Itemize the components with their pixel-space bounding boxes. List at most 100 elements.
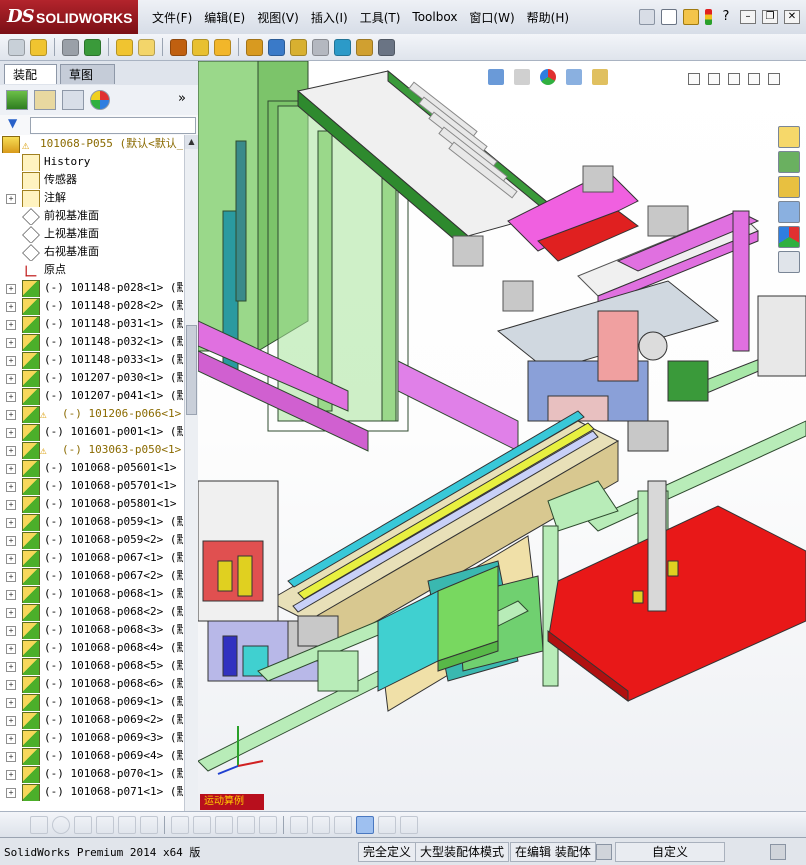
viewport-minimize-button[interactable]	[728, 73, 740, 85]
fillet-icon[interactable]	[193, 815, 211, 834]
expand-icon[interactable]: +	[6, 410, 16, 420]
tree-component-item[interactable]: + (-) 101068-p05601<1> (	[0, 459, 183, 477]
tab-sketch[interactable]: 草图	[60, 64, 115, 84]
scroll-up-arrow-icon[interactable]: ▲	[185, 135, 198, 149]
tree-component-item[interactable]: + (-) 101068-p071<1> (默认	[0, 783, 183, 801]
expand-icon[interactable]: +	[6, 428, 16, 438]
open-folder-icon[interactable]	[683, 9, 699, 25]
expand-icon[interactable]: +	[6, 482, 16, 492]
tree-component-item[interactable]: + (-) 101148-p032<1> (默认	[0, 333, 183, 351]
menu-item[interactable]: 窗口(W)	[463, 9, 520, 26]
tree-component-item[interactable]: + (-) 101068-p059<2> (默认	[0, 531, 183, 549]
restore-button[interactable]: ❐	[762, 10, 778, 24]
expand-icon[interactable]: +	[6, 572, 16, 582]
offset-icon[interactable]	[171, 815, 189, 834]
tree-scrollbar[interactable]: ▲ ▼	[184, 135, 198, 857]
pin-icon[interactable]	[639, 9, 655, 25]
configuration-manager-tab-icon[interactable]	[62, 90, 84, 110]
table-icon[interactable]	[400, 815, 418, 834]
expand-icon[interactable]: +	[6, 446, 16, 456]
tree-component-item[interactable]: + (-) 101068-p069<2> (默认	[0, 711, 183, 729]
view-orientation-icon[interactable]	[488, 69, 504, 85]
help-icon[interactable]: ?	[718, 9, 734, 25]
centerpoint-icon[interactable]	[96, 815, 114, 834]
tree-component-item[interactable]: + (-) 101148-p028<1> (默认	[0, 279, 183, 297]
trim-icon[interactable]	[118, 815, 136, 834]
extend-icon[interactable]	[140, 815, 158, 834]
expand-icon[interactable]: +	[6, 716, 16, 726]
more-tabs-icon[interactable]: »	[178, 91, 186, 106]
tree-component-item[interactable]: + (-) 101068-p070<1> (默认	[0, 765, 183, 783]
custom-properties-icon[interactable]	[778, 251, 800, 273]
expand-icon[interactable]: +	[6, 536, 16, 546]
menu-item[interactable]: Toolbox	[406, 10, 463, 24]
tree-component-item[interactable]: + (-) 101068-p069<1> (默认	[0, 693, 183, 711]
appearances-icon[interactable]	[778, 226, 800, 248]
tree-component-item[interactable]: + (-) 101601-p001<1> (默认	[0, 423, 183, 441]
file-explorer-icon[interactable]	[778, 176, 800, 198]
home-icon[interactable]	[778, 126, 800, 148]
mirror-icon[interactable]	[259, 815, 277, 834]
scroll-thumb[interactable]	[186, 325, 197, 415]
reference-geometry-icon[interactable]	[192, 38, 209, 56]
expand-icon[interactable]: +	[6, 302, 16, 312]
rebuild-icon[interactable]	[596, 844, 612, 860]
new-motion-study-icon[interactable]	[214, 38, 231, 56]
viewport-restore-button[interactable]	[748, 73, 760, 85]
bill-of-materials-icon[interactable]	[246, 38, 263, 56]
tree-component-item[interactable]: + (-) 101068-p069<3> (默认	[0, 729, 183, 747]
expand-icon[interactable]: +	[6, 500, 16, 510]
tree-component-item[interactable]: + ⚠ (-) 101206-p066<1> (	[0, 405, 183, 423]
tree-component-item[interactable]: + (-) 101068-p05701<1> (	[0, 477, 183, 495]
insert-component-icon[interactable]	[8, 38, 25, 56]
tree-root-assembly[interactable]: ⚠ 101068-P055 (默认<默认_	[0, 135, 183, 153]
tree-component-item[interactable]: + (-) 101068-p068<1> (默认	[0, 585, 183, 603]
viewport-split-icon[interactable]	[708, 73, 720, 85]
tab-assembly[interactable]: 装配体	[4, 64, 57, 102]
view-palette-icon[interactable]	[778, 201, 800, 223]
expand-icon[interactable]: +	[6, 320, 16, 330]
tree-item-folder[interactable]: History	[0, 153, 183, 171]
expand-icon[interactable]: +	[6, 608, 16, 618]
expand-icon[interactable]: +	[6, 680, 16, 690]
exploded-view-icon[interactable]	[268, 38, 285, 56]
corner-rectangle-icon[interactable]	[237, 815, 255, 834]
tree-component-item[interactable]: + (-) 101068-p067<2> (默认	[0, 567, 183, 585]
instant3d-icon[interactable]	[378, 38, 395, 56]
motion-study-tab[interactable]: 运动算例	[200, 794, 264, 810]
menu-item[interactable]: 编辑(E)	[198, 9, 251, 26]
expand-icon[interactable]: +	[6, 356, 16, 366]
tree-item-plane[interactable]: 上视基准面	[0, 225, 183, 243]
tree-component-item[interactable]: + (-) 101068-p067<1> (默认	[0, 549, 183, 567]
tree-component-item[interactable]: + (-) 101068-p05801<1> (	[0, 495, 183, 513]
expand-icon[interactable]: +	[6, 518, 16, 528]
circle-icon[interactable]	[52, 815, 70, 834]
linear-pattern-icon[interactable]	[84, 38, 101, 56]
graphics-area[interactable]: 运动算例	[198, 61, 806, 811]
expand-icon[interactable]: +	[6, 788, 16, 798]
hole-alignment-icon[interactable]	[356, 38, 373, 56]
menu-item[interactable]: 文件(F)	[146, 9, 198, 26]
chamfer-icon[interactable]	[215, 815, 233, 834]
tree-component-item[interactable]: + ⚠ (-) 103063-p050<1> (	[0, 441, 183, 459]
filter-icon[interactable]: ▼	[8, 116, 17, 130]
menu-item[interactable]: 插入(I)	[305, 9, 354, 26]
tree-component-item[interactable]: + (-) 101207-p030<1> (默认	[0, 369, 183, 387]
help-tooltip-icon[interactable]	[770, 844, 786, 860]
tree-item-folder[interactable]: 传感器	[0, 171, 183, 189]
minimize-button[interactable]: –	[740, 10, 756, 24]
tree-component-item[interactable]: + (-) 101068-p068<4> (默认	[0, 639, 183, 657]
viewport-close-button[interactable]	[768, 73, 780, 85]
expand-icon[interactable]: +	[6, 590, 16, 600]
expand-icon[interactable]: +	[6, 662, 16, 672]
scene-icon[interactable]	[566, 69, 582, 85]
expand-icon[interactable]: +	[6, 626, 16, 636]
menu-item[interactable]: 帮助(H)	[521, 9, 575, 26]
expand-icon[interactable]: +	[6, 644, 16, 654]
tree-component-item[interactable]: + (-) 101148-p031<1> (默认	[0, 315, 183, 333]
expand-icon[interactable]: +	[6, 554, 16, 564]
design-library-icon[interactable]	[778, 151, 800, 173]
expand-icon[interactable]: +	[6, 770, 16, 780]
property-manager-tab-icon[interactable]	[34, 90, 56, 110]
point-icon[interactable]	[30, 815, 48, 834]
